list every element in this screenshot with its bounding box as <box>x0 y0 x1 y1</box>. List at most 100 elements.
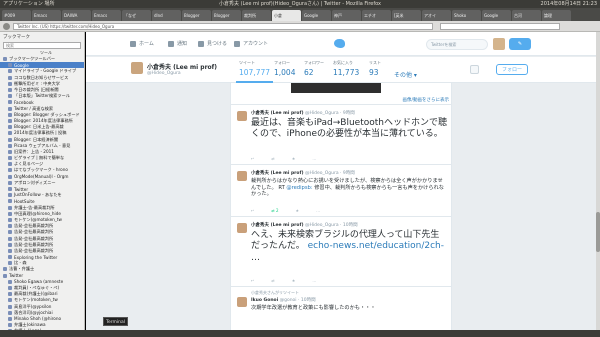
browser-tab[interactable]: Google <box>302 10 331 21</box>
twitter-search-input[interactable]: Twitterを検索 <box>426 39 488 50</box>
favorite-icon[interactable]: ★ <box>296 208 300 213</box>
bookmark-icon <box>8 137 12 142</box>
mention-link[interactable]: @redipsb: <box>286 185 312 191</box>
favorite-icon[interactable]: ★ <box>292 278 296 283</box>
bookmark-icon <box>8 211 12 216</box>
tweet-avatar[interactable] <box>237 223 247 233</box>
bookmark-label: 「日本版」Twitter検索ツール <box>14 93 70 99</box>
browser-tab[interactable]: Emacs <box>92 10 121 21</box>
retweet-icon[interactable]: ⇄ <box>271 156 274 161</box>
profile-stat[interactable]: リスト 93 <box>366 60 384 83</box>
more-media-link[interactable]: 画像/動画をさらに表示 <box>402 97 449 103</box>
twitter-bird-icon[interactable] <box>334 39 345 48</box>
browser-tab[interactable]: [英米 <box>392 10 421 21</box>
tweet-author[interactable]: 小倉秀夫 (Lee mi prof) <box>251 111 304 116</box>
browser-tab[interactable]: エチオ <box>362 10 391 21</box>
browser-tab[interactable]: 「なぜ <box>122 10 151 21</box>
bookmark-label: 比 - 森 <box>14 260 27 266</box>
browser-tab[interactable]: 裁判所 <box>242 10 271 21</box>
profile-stat[interactable]: フォロワー 62 <box>301 60 327 83</box>
bookmark-label: マイドライブ - Google ドライブ <box>14 68 77 74</box>
profile-avatar[interactable] <box>130 61 144 75</box>
tweet-handle[interactable]: @Hideo_Ogura · 10時間 <box>305 223 358 228</box>
profile-stat[interactable]: フォロー 1,004 <box>271 60 298 83</box>
page-scrollbar[interactable] <box>596 32 600 330</box>
profile-stat[interactable]: お気に入り 11,773 <box>330 60 362 83</box>
browser-tab[interactable]: Google <box>482 10 511 21</box>
reply-icon[interactable]: ↩ <box>251 278 254 283</box>
browser-tab[interactable]: DAIWA <box>62 10 91 21</box>
browser-tab[interactable]: Blogger <box>182 10 211 21</box>
bookmark-label: Blogger: 日本経済新聞 <box>14 136 59 142</box>
browser-tab[interactable]: Emacs <box>32 10 61 21</box>
bookmark-icon <box>8 304 12 309</box>
retweet-icon[interactable]: ⇄ 2 <box>271 208 278 213</box>
nav-home[interactable]: ホーム <box>130 40 154 47</box>
bookmark-label: ビゲライブ | 無料で簡単な <box>14 155 65 161</box>
browser-tab[interactable]: 古河 <box>512 10 541 21</box>
more-icon[interactable]: … <box>312 278 316 283</box>
browser-tab[interactable]: Shoko <box>452 10 481 21</box>
browser-tab[interactable]: アオイ <box>422 10 451 21</box>
tweet-card[interactable]: 小倉秀夫 (Lee mi prof) @Hideo_Ogura · 9時間 裁判… <box>231 165 451 217</box>
browser-tab[interactable]: 小倉 <box>272 10 301 21</box>
tweet-card[interactable]: 小倉秀夫 (Lee mi prof) @Hideo_Ogura · 9時間 最近… <box>231 105 451 165</box>
bookmark-list: ブックマークツールバー Google マイドライブ - Google ドライブ ココな… <box>0 56 84 337</box>
bookmark-label: ココな数日お知らせサービス <box>14 74 69 80</box>
sidebar-title: ブックマーク <box>3 35 30 40</box>
tweet-link[interactable]: echo-news.net/education/2ch- <box>308 241 444 251</box>
compose-tweet-button[interactable]: ✎ <box>509 38 531 50</box>
browser-tab[interactable]: dlnd <box>152 10 181 21</box>
tweet-avatar[interactable] <box>237 171 247 181</box>
tweet-handle[interactable]: @gonoi · 10時間 <box>280 298 316 303</box>
scrollbar-thumb[interactable] <box>596 212 600 252</box>
browser-tab[interactable]: Blogger <box>212 10 241 21</box>
bookmark-label: 2014年度法律事務所 | 投稿 <box>14 130 67 136</box>
tweet-photo[interactable] <box>291 83 381 93</box>
bookmark-icon <box>8 180 12 185</box>
bookmark-icon <box>3 57 7 62</box>
tweet-avatar[interactable] <box>237 111 247 121</box>
browser-search-box[interactable] <box>440 23 560 30</box>
nav-discover[interactable]: 見つける <box>198 40 227 47</box>
tweet-author[interactable]: 小倉秀夫 (Lee mi prof) <box>251 223 304 228</box>
browser-tab[interactable]: 神戸 <box>332 10 361 21</box>
taskbar <box>0 330 600 337</box>
avatar[interactable] <box>493 38 505 50</box>
tweet-avatar[interactable] <box>237 297 247 307</box>
bookmark-icon <box>8 168 12 173</box>
tweet-author[interactable]: 小倉秀夫 (Lee mi prof) <box>251 171 304 176</box>
profile-name[interactable]: 小倉秀夫 (Lee mi prof) <box>147 62 217 71</box>
address-bar[interactable]: Twitter Inc. (US) https://twitter.com/Hi… <box>13 23 433 30</box>
tweet-text: 最近は、音楽もiPad→Bluetoothヘッドホンで聴くので、iPhoneの必… <box>251 118 447 140</box>
back-button[interactable] <box>3 23 10 30</box>
nav-notifications[interactable]: 通知 <box>168 40 187 47</box>
bookmark-search-input[interactable]: 検索 <box>3 42 81 49</box>
tweet-card[interactable]: 小倉秀夫 (Lee mi prof) @Hideo_Ogura · 10時間 へ… <box>231 217 451 287</box>
browser-tab[interactable]: #009 <box>2 10 31 21</box>
bookmark-icon <box>8 236 12 241</box>
more-menu[interactable]: その他 ▾ <box>394 70 417 79</box>
tweet-handle[interactable]: @Hideo_Ogura · 9時間 <box>305 171 355 176</box>
gear-icon[interactable] <box>470 65 479 74</box>
retweet-icon[interactable]: ⇄ <box>271 278 274 283</box>
favorite-icon[interactable]: ★ <box>292 156 296 161</box>
more-icon[interactable]: … <box>312 156 316 161</box>
more-label: その他 <box>394 72 413 79</box>
system-tray-clock[interactable]: 2014年08月14日 21:23 <box>541 0 597 8</box>
bookmark-icon <box>8 187 12 192</box>
navigation-toolbar: Twitter Inc. (US) https://twitter.com/Hi… <box>0 21 600 32</box>
bookmark-label: Blogger: 2014年度法律事務所 <box>14 117 73 123</box>
nav-account[interactable]: アカウント <box>234 40 268 47</box>
reply-icon[interactable]: ↩ <box>251 208 254 213</box>
profile-stat[interactable]: ツイート 107,777 <box>236 60 274 83</box>
bookmark-icon <box>8 242 12 247</box>
tweet-author[interactable]: Ikuo Gonoi <box>251 298 278 303</box>
browser-tab[interactable]: 論理 <box>542 10 571 21</box>
bookmark-icon <box>8 298 12 303</box>
reply-icon[interactable]: ↩ <box>251 156 254 161</box>
dock-tooltip: Terminal <box>103 317 128 326</box>
follow-button[interactable]: フォロー <box>496 64 528 75</box>
tweet-handle[interactable]: @Hideo_Ogura · 9時間 <box>305 111 355 116</box>
more-icon[interactable]: … <box>316 208 320 213</box>
